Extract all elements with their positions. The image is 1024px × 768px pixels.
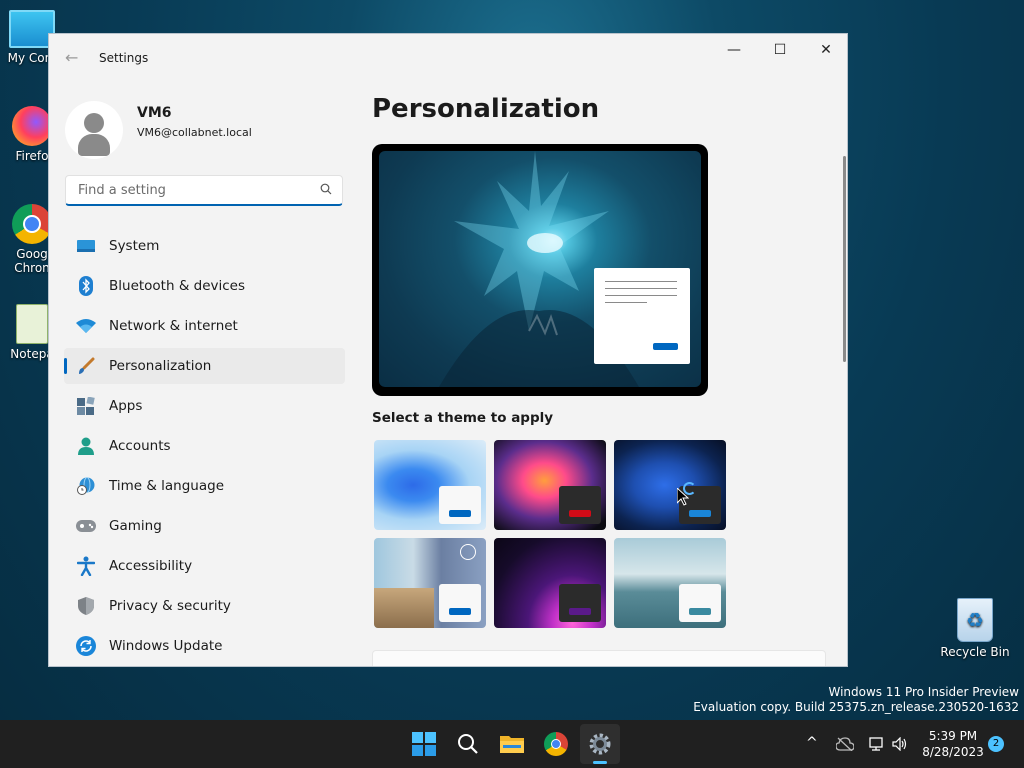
- person-icon: [76, 436, 96, 456]
- settings-button[interactable]: [580, 724, 620, 764]
- clock[interactable]: 5:39 PM 8/28/2023: [922, 728, 984, 760]
- sidebar-item-label: Accessibility: [109, 558, 193, 574]
- sidebar-item-windows-update[interactable]: Windows Update: [64, 628, 345, 664]
- sidebar-item-label: Network & internet: [109, 318, 238, 334]
- sidebar-nav: System Bluetooth & devices Network & int…: [64, 228, 345, 666]
- user-email: VM6@collabnet.local: [137, 126, 252, 139]
- firefox-icon: [12, 106, 52, 146]
- theme-preview: [372, 144, 708, 396]
- update-icon: [76, 636, 96, 656]
- monitor-icon: [76, 236, 96, 256]
- volume-icon[interactable]: [892, 737, 908, 751]
- wallpaper-preview: [379, 151, 701, 387]
- watermark-line: Windows 11 Pro Insider Preview: [828, 685, 1019, 699]
- recycle-bin-icon: ♻: [957, 598, 993, 642]
- paintbrush-icon: [76, 356, 96, 376]
- sample-window: [594, 268, 690, 364]
- theme-sunrise[interactable]: [614, 538, 726, 628]
- mouse-cursor-icon: [677, 488, 689, 506]
- sidebar-item-accounts[interactable]: Accounts: [64, 428, 345, 464]
- sidebar-item-label: Time & language: [109, 478, 225, 494]
- sidebar-item-apps[interactable]: Apps: [64, 388, 345, 424]
- sidebar-item-label: Privacy & security: [109, 598, 231, 614]
- clock-time: 5:39 PM: [928, 729, 978, 743]
- settings-window: ← Settings — ☐ ✕ VM6 VM6@collabnet.local…: [48, 33, 848, 667]
- sample-button: [653, 343, 678, 350]
- theme-captured-motion[interactable]: [494, 538, 606, 628]
- back-arrow-icon[interactable]: ←: [65, 48, 85, 68]
- globe-clock-icon: [76, 476, 96, 496]
- slideshow-icon: [460, 544, 476, 560]
- watermark-line: Evaluation copy. Build 25375.zn_release.…: [693, 700, 1019, 714]
- chrome-button[interactable]: [536, 724, 576, 764]
- show-hidden-icons-button[interactable]: ^: [806, 735, 818, 751]
- file-explorer-button[interactable]: [492, 724, 532, 764]
- window-title: Settings: [99, 51, 149, 65]
- search-box: [65, 175, 343, 206]
- sidebar-item-gaming[interactable]: Gaming: [64, 508, 345, 544]
- bluetooth-icon: [76, 276, 96, 296]
- clock-date: 8/28/2023: [922, 745, 984, 759]
- sidebar-item-label: Gaming: [109, 518, 162, 534]
- sidebar-item-time-language[interactable]: Time & language: [64, 468, 345, 504]
- sidebar-item-personalization[interactable]: Personalization: [64, 348, 345, 384]
- search-icon: [458, 734, 478, 754]
- start-icon: [412, 732, 436, 756]
- theme-section-heading: Select a theme to apply: [372, 410, 554, 426]
- sidebar-item-bluetooth[interactable]: Bluetooth & devices: [64, 268, 345, 304]
- sidebar-item-privacy-security[interactable]: Privacy & security: [64, 588, 345, 624]
- gamepad-icon: [76, 516, 96, 536]
- notification-badge[interactable]: 2: [988, 736, 1004, 752]
- avatar: [65, 101, 123, 159]
- search-icon: [320, 183, 332, 195]
- accessibility-icon: [76, 556, 96, 576]
- start-button[interactable]: [404, 724, 444, 764]
- sidebar-item-label: Apps: [109, 398, 143, 414]
- desktop-icon-label: Firefo: [15, 149, 49, 163]
- sidebar-item-system[interactable]: System: [64, 228, 345, 264]
- sidebar-item-label: Windows Update: [109, 638, 223, 654]
- file-explorer-icon: [500, 736, 524, 753]
- sidebar-item-network[interactable]: Network & internet: [64, 308, 345, 344]
- taskbar: ^ 5:39 PM 8/28/2023 2: [0, 720, 1024, 768]
- desktop-icon-label: Goog Chron: [14, 247, 50, 275]
- scrollbar[interactable]: [843, 156, 846, 362]
- theme-windows-light[interactable]: [374, 440, 486, 530]
- page-title: Personalization: [372, 94, 600, 124]
- cloud-offline-icon[interactable]: [836, 737, 854, 751]
- theme-settings-card[interactable]: [372, 650, 826, 666]
- theme-glow[interactable]: [494, 440, 606, 530]
- notepad-icon: [16, 304, 48, 344]
- apps-icon: [76, 396, 96, 416]
- minimize-button[interactable]: —: [711, 34, 757, 66]
- close-button[interactable]: ✕: [803, 34, 847, 66]
- maximize-button[interactable]: ☐: [757, 34, 803, 66]
- wifi-icon: [76, 316, 96, 336]
- title-bar[interactable]: ← Settings — ☐ ✕: [49, 34, 847, 82]
- sidebar-item-label: System: [109, 238, 160, 254]
- sidebar-item-label: Accounts: [109, 438, 171, 454]
- sidebar-item-label: Personalization: [109, 358, 212, 374]
- search-input[interactable]: [76, 182, 310, 199]
- active-indicator: [593, 761, 607, 764]
- network-icon[interactable]: [869, 737, 885, 751]
- chrome-icon: [12, 204, 52, 244]
- settings-icon: [589, 733, 611, 755]
- chrome-icon: [544, 732, 568, 756]
- shield-icon: [76, 596, 96, 616]
- sidebar-item-accessibility[interactable]: Accessibility: [64, 548, 345, 584]
- theme-windows-dark[interactable]: [614, 440, 726, 530]
- evaluation-watermark: Windows 11 Pro Insider Preview Evaluatio…: [693, 685, 1019, 715]
- search-button[interactable]: [448, 724, 488, 764]
- theme-flowers[interactable]: [374, 538, 486, 628]
- user-name: VM6: [137, 105, 172, 121]
- desktop-icon-label: Recycle Bin: [940, 645, 1010, 659]
- sidebar-item-label: Bluetooth & devices: [109, 278, 246, 294]
- desktop-icon-recycle-bin[interactable]: ♻ Recycle Bin: [940, 598, 1010, 659]
- theme-grid: [374, 440, 728, 630]
